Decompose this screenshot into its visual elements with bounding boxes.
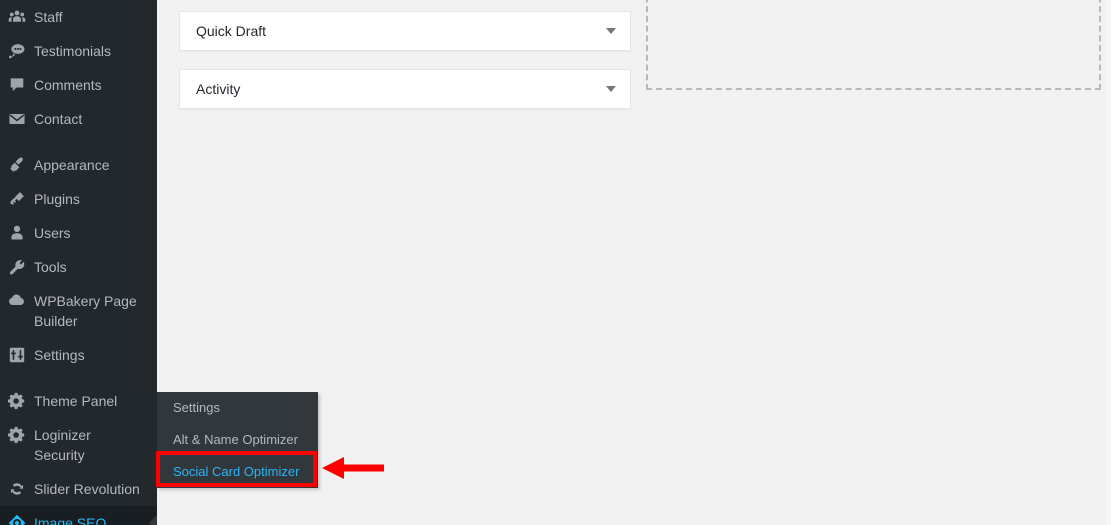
sidebar-item-label: Tools — [34, 259, 67, 275]
admin-screen: Quick Draft Activity Staff Testimonials — [0, 0, 1111, 525]
sidebar-item-tools[interactable]: Tools — [0, 250, 157, 284]
email-icon — [0, 109, 34, 129]
sidebar-item-label: Contact — [34, 111, 83, 127]
comment-icon — [0, 75, 34, 95]
sidebar-item-wpbakery-page-builder[interactable]: WPBakery Page Builder — [0, 284, 157, 338]
sidebar-item-plugins[interactable]: Plugins — [0, 182, 157, 216]
panel-activity[interactable]: Activity — [179, 69, 631, 109]
sidebar-item-appearance[interactable]: Appearance — [0, 148, 157, 182]
refresh-circle-icon — [0, 479, 34, 499]
sidebar-item-label: Comments — [34, 77, 102, 93]
sidebar-item-comments[interactable]: Comments — [0, 68, 157, 102]
submenu-item-label: Alt & Name Optimizer — [173, 432, 298, 447]
plug-icon — [0, 189, 34, 209]
paintbrush-icon — [0, 155, 34, 175]
gear-icon — [0, 425, 34, 445]
groups-icon — [0, 7, 34, 27]
testimonial-icon — [0, 41, 34, 61]
sidebar-item-label: Plugins — [34, 191, 80, 207]
sidebar-item-label: Staff — [34, 9, 63, 25]
chevron-down-icon[interactable] — [606, 28, 616, 34]
sidebar-item-label: Testimonials — [34, 43, 112, 59]
submenu-item-social-card-optimizer[interactable]: Social Card Optimizer — [157, 456, 318, 488]
sidebar-item-label: Image SEO — [34, 515, 107, 525]
sidebar-item-testimonials[interactable]: Testimonials — [0, 34, 157, 68]
image-seo-diamond-icon — [0, 513, 34, 525]
submenu-item-label: Social Card Optimizer — [173, 464, 300, 479]
chevron-down-icon[interactable] — [606, 86, 616, 92]
panel-title-activity: Activity — [196, 81, 241, 97]
submenu-item-alt-name-optimizer[interactable]: Alt & Name Optimizer — [157, 424, 318, 456]
sidebar-item-label: Settings — [34, 347, 85, 363]
sidebar-item-contact[interactable]: Contact — [0, 102, 157, 136]
sidebar-item-label: Loginizer Security — [34, 427, 91, 463]
sidebar-item-staff[interactable]: Staff — [0, 0, 157, 34]
sidebar-item-theme-panel[interactable]: Theme Panel — [0, 384, 157, 418]
cloud-icon — [0, 291, 34, 311]
sidebar-item-settings[interactable]: Settings — [0, 338, 157, 372]
panel-quick-draft[interactable]: Quick Draft — [179, 11, 631, 51]
sidebar-item-slider-revolution[interactable]: Slider Revolution — [0, 472, 157, 506]
sidebar-item-label: WPBakery Page Builder — [34, 293, 137, 329]
submenu-caret-icon — [149, 515, 157, 525]
wrench-icon — [0, 257, 34, 277]
sidebar-item-label: Slider Revolution — [34, 481, 140, 497]
submenu-item-settings[interactable]: Settings — [157, 392, 318, 424]
submenu-image-seo: Settings Alt & Name Optimizer Social Car… — [157, 392, 318, 488]
sidebar-item-label: Theme Panel — [34, 393, 118, 409]
sidebar-item-users[interactable]: Users — [0, 216, 157, 250]
settings-sliders-icon — [0, 345, 34, 365]
sidebar-item-loginizer-security[interactable]: Loginizer Security — [0, 418, 157, 472]
submenu-item-label: Settings — [173, 400, 220, 415]
annotation-arrow-left-icon — [322, 457, 384, 479]
sidebar-item-image-seo[interactable]: Image SEO — [0, 506, 157, 525]
user-icon — [0, 223, 34, 243]
panel-title-quick-draft: Quick Draft — [196, 23, 267, 39]
sidebar-item-label: Users — [34, 225, 71, 241]
sidebar-item-label: Appearance — [34, 157, 110, 173]
window-right-edge — [1105, 0, 1111, 525]
gear-icon — [0, 391, 34, 411]
sidebar-separator — [0, 372, 157, 384]
admin-sidebar: Staff Testimonials Comments Contact Appe… — [0, 0, 157, 525]
widget-dropzone-placeholder — [646, 0, 1101, 90]
sidebar-separator — [0, 136, 157, 148]
